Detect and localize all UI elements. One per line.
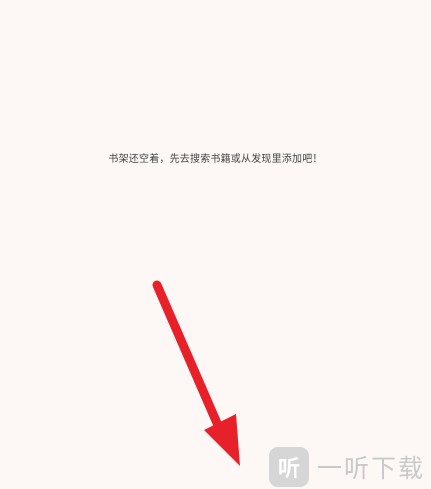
arrow-shaft <box>152 280 225 435</box>
watermark-logo-char: 听 <box>277 457 300 482</box>
watermark-logo: 听 <box>269 447 309 487</box>
watermark-text: 一听下载 <box>317 454 426 483</box>
arrow-head <box>204 414 240 466</box>
bookshelf-empty-message: 书架还空着，先去搜索书籍或从发现里添加吧！ <box>108 154 323 165</box>
watermark: 听 一听下载 <box>269 445 431 489</box>
annotation-arrow <box>152 280 240 466</box>
bookshelf-screen: { "bookshelf": { "empty_message": "书架还空着… <box>0 0 431 489</box>
